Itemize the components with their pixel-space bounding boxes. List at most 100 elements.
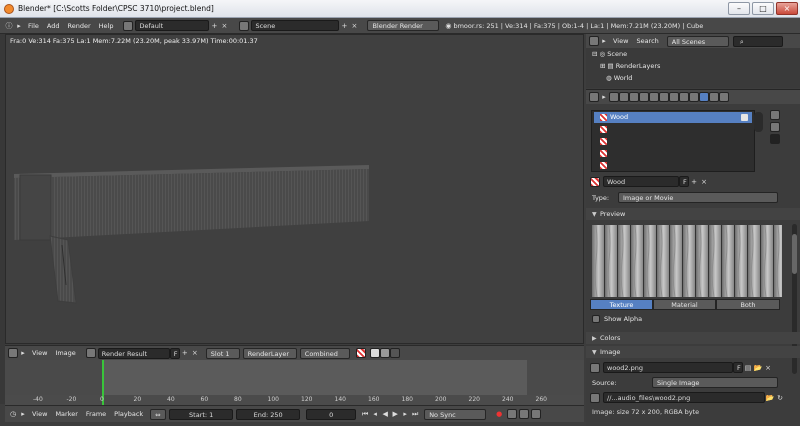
menu-view[interactable]: View — [28, 349, 51, 357]
image-filepath-field[interactable]: //...audio_files\wood2.png — [603, 392, 765, 403]
reload-icon[interactable]: ↻ — [775, 393, 785, 403]
close-button[interactable]: × — [776, 2, 798, 15]
image-open-icon[interactable]: 📂 — [753, 363, 763, 373]
image-remove-icon[interactable]: × — [190, 348, 200, 358]
end-frame-field[interactable]: End: 250 — [236, 408, 301, 420]
minimize-button[interactable]: – — [728, 2, 750, 15]
render-tab-icon[interactable] — [609, 92, 619, 102]
menu-add[interactable]: Add — [43, 22, 64, 30]
layout-browse-icon[interactable] — [123, 20, 134, 31]
timeline-area[interactable]: -40 -20 0 20 40 60 80 100 120 140 160 180 200 220 240 2… — [5, 360, 584, 405]
move-slot-up-icon[interactable] — [770, 110, 780, 120]
image-name-field[interactable]: Render Result — [97, 347, 170, 359]
record-icon[interactable]: ● — [494, 409, 504, 419]
properties-collapse-icon[interactable]: ▸ — [599, 92, 609, 102]
layout-field[interactable]: Default — [135, 20, 210, 31]
outliner-filter-select[interactable]: All Scenes — [666, 35, 729, 47]
texture-slot[interactable] — [594, 148, 752, 159]
file-browse-icon[interactable]: 📂 — [765, 393, 775, 403]
image-file-field[interactable]: wood2.png — [603, 362, 733, 373]
texture-remove-icon[interactable]: × — [699, 177, 709, 187]
slot-specials-icon[interactable] — [770, 134, 780, 144]
image-unlink-icon[interactable]: × — [763, 363, 773, 373]
scene-tab-icon[interactable] — [629, 92, 639, 102]
alpha-channel-icon[interactable] — [379, 348, 390, 358]
info-editor-icon[interactable]: ⓘ — [4, 21, 14, 31]
timeline-menu-marker[interactable]: Marker — [51, 410, 81, 418]
slot-select[interactable]: Slot 1 — [205, 347, 240, 359]
color-channel-icon[interactable] — [369, 348, 380, 358]
menu-render[interactable]: Render — [63, 22, 94, 30]
properties-type-icon[interactable] — [589, 92, 599, 102]
image-browse-icon[interactable] — [85, 348, 96, 358]
image-panel-header[interactable]: ▼ Image — [586, 346, 800, 358]
zbuffer-channel-icon[interactable] — [389, 348, 400, 358]
fake-user-button[interactable]: F — [169, 347, 180, 359]
preview-tab-material[interactable]: Material — [653, 299, 716, 310]
slot-enabled-checkbox[interactable] — [741, 114, 748, 121]
menu-help[interactable]: Help — [95, 22, 118, 30]
start-frame-field[interactable]: Start: 1 — [169, 408, 234, 420]
outliner-collapse-icon[interactable]: ▸ — [599, 36, 609, 46]
image-source-select[interactable]: Single Image — [652, 377, 778, 388]
timeline-menu-frame[interactable]: Frame — [82, 410, 110, 418]
layout-add-icon[interactable]: + — [209, 21, 219, 31]
texture-type-select[interactable]: Image or Movie — [618, 192, 778, 203]
layout-remove-icon[interactable]: × — [219, 21, 229, 31]
render-layer-select[interactable]: RenderLayer — [242, 347, 297, 359]
texture-browse-icon[interactable] — [590, 176, 600, 187]
scene-remove-icon[interactable]: × — [349, 21, 359, 31]
physics-tab-icon[interactable] — [719, 92, 729, 102]
timeline-editor-type-icon[interactable]: ◷ — [8, 409, 18, 419]
outliner-type-icon[interactable] — [589, 36, 599, 46]
texture-name-field[interactable]: Wood — [603, 176, 679, 187]
jump-end-icon[interactable]: ⏭ — [410, 409, 420, 419]
texture-slot-list[interactable]: Wood — [591, 110, 755, 172]
jump-start-icon[interactable]: ⏮ — [360, 409, 370, 419]
render-layers-tab-icon[interactable] — [619, 92, 629, 102]
texture-slot[interactable]: Wood — [594, 112, 752, 123]
texture-slot[interactable] — [594, 136, 752, 147]
maximize-button[interactable]: □ — [752, 2, 774, 15]
image-browse-icon[interactable] — [590, 362, 600, 373]
current-frame-field[interactable]: 0 — [306, 408, 357, 420]
scene-field[interactable]: Scene — [251, 20, 340, 31]
show-alpha-checkbox[interactable] — [592, 315, 600, 323]
scene-add-icon[interactable]: + — [339, 21, 349, 31]
texture-add-icon[interactable]: + — [689, 177, 699, 187]
insert-keyframe-icon[interactable] — [519, 409, 530, 419]
constraints-tab-icon[interactable] — [659, 92, 669, 102]
timeline-collapse-icon[interactable]: ▸ — [18, 409, 28, 419]
modifiers-tab-icon[interactable] — [669, 92, 679, 102]
image-new-icon[interactable]: ▤ — [743, 363, 753, 373]
move-slot-down-icon[interactable] — [770, 122, 780, 132]
menu-image[interactable]: Image — [51, 349, 79, 357]
image-pack-icon[interactable] — [590, 392, 600, 403]
delete-keyframe-icon[interactable] — [531, 409, 542, 419]
image-editor-collapse-icon[interactable]: ▸ — [18, 348, 28, 358]
collapse-menu-icon[interactable]: ▸ — [14, 21, 24, 31]
render-engine-select[interactable]: Blender Render — [367, 20, 440, 31]
timeline-menu-view[interactable]: View — [28, 410, 51, 418]
outliner-item-scene[interactable]: ⊟ ◎ Scene — [592, 49, 627, 60]
render-viewport[interactable]: Fra:0 Ve:314 Fa:375 La:1 Mem:7.22M (23.2… — [5, 34, 584, 344]
menu-file[interactable]: File — [24, 22, 43, 30]
outliner-menu-search[interactable]: Search — [632, 37, 662, 45]
world-tab-icon[interactable] — [639, 92, 649, 102]
outliner-tree[interactable]: ⊟ ◎ Scene ⊞ ▤ RenderLayers ◍ World — [586, 48, 800, 88]
slot-list-scrollbar[interactable] — [754, 112, 763, 132]
texture-slot[interactable] — [594, 160, 752, 171]
play-icon[interactable]: ▶ — [390, 409, 400, 419]
outliner-item-renderlayers[interactable]: ⊞ ▤ RenderLayers — [600, 61, 660, 72]
image-fake-user-button[interactable]: F — [733, 362, 743, 373]
outliner-item-world[interactable]: ◍ World — [606, 73, 632, 84]
timeline-menu-playback[interactable]: Playback — [110, 410, 147, 418]
jump-keyframe-forward-icon[interactable]: ▸ — [400, 409, 410, 419]
jump-keyframe-back-icon[interactable]: ◂ — [370, 409, 380, 419]
object-tab-icon[interactable] — [649, 92, 659, 102]
sync-mode-select[interactable]: No Sync — [424, 408, 487, 420]
play-reverse-icon[interactable]: ◀ — [380, 409, 390, 419]
image-editor-type-icon[interactable] — [8, 348, 18, 358]
image-add-icon[interactable]: + — [180, 348, 190, 358]
render-pass-select[interactable]: Combined — [299, 347, 350, 359]
